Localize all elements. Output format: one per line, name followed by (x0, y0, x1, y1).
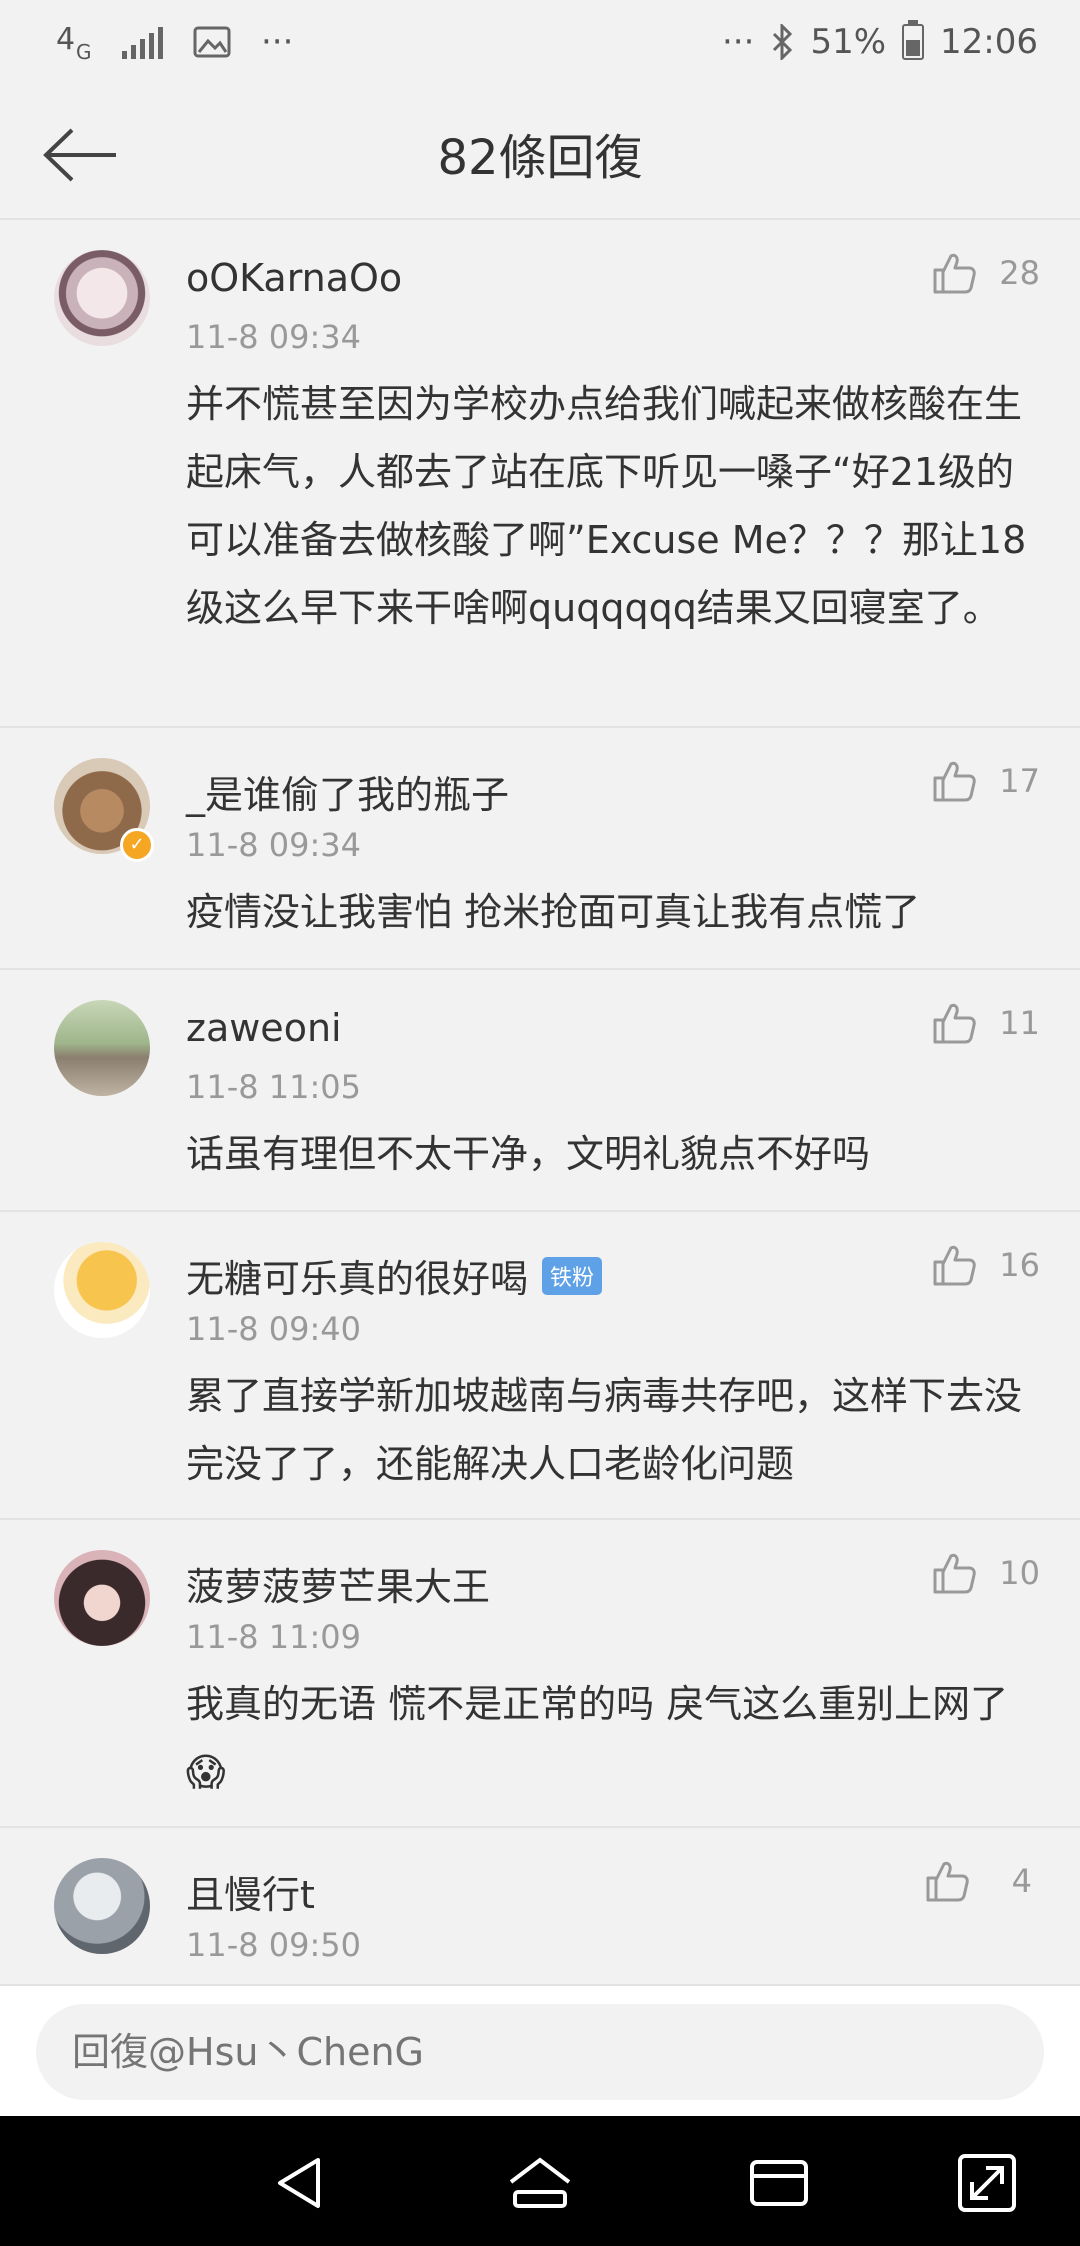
thumbs-up-icon (926, 1861, 969, 1902)
comment-text: 并不慌甚至因为学校办点给我们喊起来做核酸在生起床气，人都去了站在底下听见一嗓子“… (186, 382, 1027, 630)
page-title: 82條回復 (437, 130, 643, 186)
comment-username[interactable]: _是谁偷了我的瓶子 (186, 764, 509, 819)
comment-item: 菠萝菠萝芒果大王 11-8 11:09 10 我真的无语 慌不是正常的吗 戾气这… (0, 1520, 1080, 1828)
comment-text: 话虽有理但不太干净，文明礼貌点不好吗 (186, 1132, 871, 1176)
thumbs-up-icon (933, 761, 977, 802)
thumbs-up-icon (933, 253, 977, 294)
comment-item: ✓ _是谁偷了我的瓶子 11-8 09:34 17 疫情没让我害怕 抢米抢面可真… (0, 728, 1080, 970)
like-count: 28 (999, 254, 1040, 292)
comment-username[interactable]: zaweoni (186, 1006, 342, 1050)
like-count: 4 (1011, 1862, 1032, 1900)
comment-time: 11-8 11:05 (186, 1068, 362, 1106)
comment-username[interactable]: 无糖可乐真的很好喝 铁粉 (186, 1248, 603, 1303)
network-4g-icon: 4G (56, 22, 92, 65)
fan-badge: 铁粉 (542, 1256, 603, 1295)
comment-time: 11-8 09:34 (186, 318, 362, 356)
comment-item: 无糖可乐真的很好喝 铁粉 11-8 09:40 16 累了直接学新加坡越南与病毒… (0, 1212, 1080, 1520)
avatar[interactable] (54, 1858, 150, 1954)
comment-text: 我真的无语 慌不是正常的吗 戾气这么重别上网了😱 (186, 1682, 1009, 1794)
nav-recents-icon[interactable] (744, 2148, 814, 2218)
bluetooth-icon (773, 24, 793, 60)
like-button[interactable]: 17 (931, 758, 1040, 804)
avatar[interactable] (54, 1242, 150, 1338)
thumbs-up-icon (933, 1245, 977, 1286)
verified-badge-icon: ✓ (120, 828, 154, 862)
header: 82條回復 (0, 90, 1080, 220)
comment-username[interactable]: 菠萝菠萝芒果大王 (186, 1556, 490, 1611)
like-button[interactable]: 10 (931, 1550, 1040, 1596)
like-button[interactable]: 4 (924, 1858, 1032, 1904)
more-status-icon: ··· (722, 22, 755, 62)
comment-item: 且慢行t 11-8 09:50 4 (0, 1828, 1080, 1988)
reply-bar (0, 1984, 1080, 2118)
system-nav-bar (0, 2116, 1080, 2246)
status-bar: 4G ··· ··· 51% 12:06 (0, 0, 1080, 90)
like-count: 11 (999, 1004, 1040, 1042)
battery-icon (902, 20, 925, 60)
thumbs-up-icon (933, 1553, 977, 1594)
comment-username[interactable]: 且慢行t (186, 1864, 315, 1919)
like-count: 17 (999, 762, 1040, 800)
comment-text: 累了直接学新加坡越南与病毒共存吧，这样下去没完没了了，还能解决人口老龄化问题 (186, 1374, 1023, 1486)
comment-time: 11-8 09:40 (186, 1310, 362, 1348)
comment-time: 11-8 11:09 (186, 1618, 362, 1656)
comment-list: oOKarnaOo 11-8 09:34 28 并不慌甚至因为学校办点给我们喊起… (0, 220, 1080, 1988)
comment-text: 疫情没让我害怕 抢米抢面可真让我有点慌了 (186, 890, 921, 934)
comment-item: oOKarnaOo 11-8 09:34 28 并不慌甚至因为学校办点给我们喊起… (0, 220, 1080, 728)
nav-expand-icon[interactable] (952, 2148, 1022, 2218)
clock: 12:06 (940, 22, 1038, 62)
comment-time: 11-8 09:50 (186, 1926, 362, 1964)
more-notifications-icon: ··· (261, 22, 294, 62)
like-button[interactable]: 11 (931, 1000, 1040, 1046)
comment-item: zaweoni 11-8 11:05 11 话虽有理但不太干净，文明礼貌点不好吗 (0, 970, 1080, 1212)
gallery-icon (193, 26, 231, 58)
like-button[interactable]: 16 (931, 1242, 1040, 1288)
nav-back-icon[interactable] (266, 2148, 336, 2218)
battery-percent: 51% (810, 22, 887, 62)
avatar[interactable] (54, 1000, 150, 1096)
thumbs-up-icon (933, 1003, 977, 1044)
reply-input[interactable] (36, 2004, 1044, 2100)
nav-home-icon[interactable] (505, 2148, 575, 2218)
signal-icon (122, 25, 163, 59)
comment-time: 11-8 09:34 (186, 826, 362, 864)
like-count: 16 (999, 1246, 1040, 1284)
like-button[interactable]: 28 (931, 250, 1040, 296)
like-count: 10 (999, 1554, 1040, 1592)
avatar[interactable] (54, 250, 150, 346)
comment-username[interactable]: oOKarnaOo (186, 256, 402, 300)
avatar[interactable] (54, 1550, 150, 1646)
